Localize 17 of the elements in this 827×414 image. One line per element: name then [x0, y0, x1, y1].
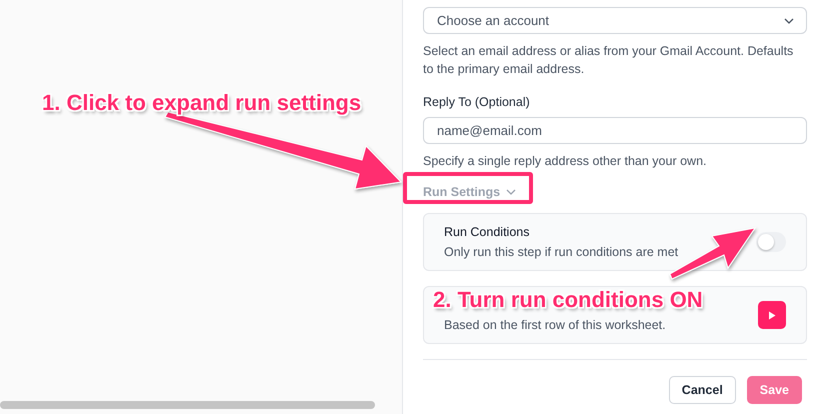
reply-to-field[interactable]: name@email.com [423, 117, 807, 144]
toggle-switch[interactable] [756, 232, 786, 252]
cancel-button[interactable]: Cancel [668, 376, 736, 404]
account-dropdown[interactable]: Choose an account [423, 7, 807, 34]
field-label: Reply To (Optional) [423, 94, 531, 111]
play-button[interactable] [758, 301, 786, 329]
chevron-down-icon [784, 18, 794, 24]
scrollbar-thumb[interactable] [0, 401, 375, 409]
help-text: Select an email address or alias from your Gmail Account. Defaults to the primary email address. [423, 43, 794, 78]
annotation-label: 1. Click to expand run settings [42, 90, 362, 116]
card-description: Based on the first row of this worksheet. [444, 317, 666, 334]
annotation-label: 2. Turn run conditions ON [433, 287, 703, 313]
chevron-down-icon [506, 189, 516, 195]
play-icon [768, 310, 776, 320]
card-title: Run Conditions [444, 224, 530, 241]
card-description: Only run this step if run conditions are met [444, 244, 678, 261]
help-text: Specify a single reply address other than your own. [423, 153, 708, 170]
